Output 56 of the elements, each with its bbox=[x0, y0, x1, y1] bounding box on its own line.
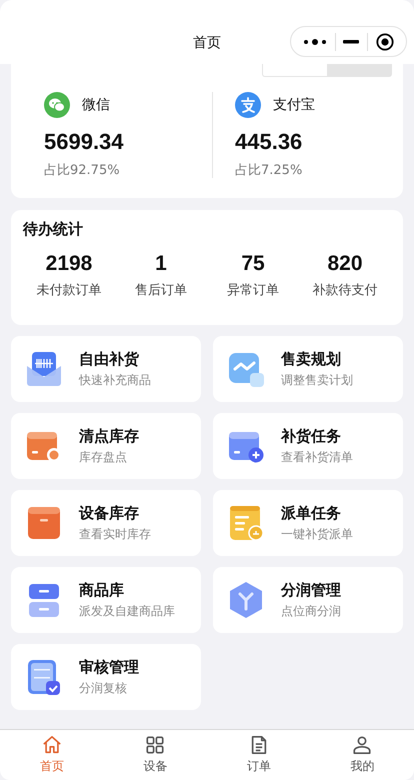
feature-subtitle: 派发及自建商品库 bbox=[79, 602, 175, 620]
feature-title: 分润管理 bbox=[281, 580, 341, 600]
feature-card[interactable]: 派单任务 一键补货派单 bbox=[213, 490, 403, 556]
feature-subtitle: 查看实时库存 bbox=[79, 526, 151, 542]
amount-value: 445.36 bbox=[235, 129, 304, 155]
feature-card[interactable]: 自由补货 快速补充商品 bbox=[11, 336, 201, 402]
minimize-icon[interactable] bbox=[343, 40, 360, 44]
feature-title: 商品库 bbox=[79, 580, 125, 600]
feature-card[interactable]: 审核管理 分润复核 bbox=[11, 644, 201, 710]
share-text: 占比7.25% bbox=[235, 162, 304, 179]
person-icon bbox=[352, 735, 372, 755]
tab-item[interactable]: 设备 bbox=[104, 730, 207, 780]
envelope-icon bbox=[24, 349, 64, 389]
tab-item[interactable]: 首页 bbox=[0, 730, 104, 780]
feature-title: 派单任务 bbox=[281, 504, 342, 522]
feature-card[interactable]: 补货任务 查看补货清单 bbox=[213, 413, 403, 479]
close-icon[interactable] bbox=[376, 32, 394, 50]
feature-card[interactable]: 清点库存 库存盘点 bbox=[11, 413, 201, 479]
share-text: 占比92.75% bbox=[44, 162, 121, 179]
grid-icon bbox=[145, 735, 166, 755]
feature-subtitle: 快速补充商品 bbox=[79, 372, 151, 388]
stat-label: 售后订单 bbox=[135, 282, 187, 299]
feature-subtitle: 调整售卖计划 bbox=[281, 372, 353, 388]
feature-card[interactable]: 分润管理 点位商分润 bbox=[213, 567, 403, 633]
stat-value: 2198 bbox=[46, 251, 92, 277]
channel-name: 支付宝 bbox=[273, 96, 315, 114]
feature-subtitle: 一键补货派单 bbox=[281, 526, 353, 542]
feature-title: 自由补货 bbox=[79, 350, 140, 368]
stat-label: 未付款订单 bbox=[36, 282, 102, 299]
feature-title: 审核管理 bbox=[79, 658, 139, 676]
stat-label: 异常订单 bbox=[227, 282, 279, 299]
feature-subtitle: 分润复核 bbox=[79, 680, 128, 696]
stat-value: 820 bbox=[327, 251, 363, 277]
feature-card[interactable]: 设备库存 查看实时库存 bbox=[11, 490, 201, 556]
payment-icon bbox=[235, 92, 261, 118]
tab-item[interactable]: 我的 bbox=[310, 730, 414, 780]
feature-title: 清点库存 bbox=[79, 426, 139, 446]
feature-card[interactable]: 售卖规划 调整售卖计划 bbox=[213, 336, 403, 402]
stat-value: 1 bbox=[155, 251, 167, 277]
tab-item[interactable]: 订单 bbox=[207, 730, 310, 780]
home-icon bbox=[42, 735, 62, 755]
feature-subtitle: 查看补货清单 bbox=[281, 448, 353, 466]
feature-subtitle: 库存盘点 bbox=[79, 448, 128, 466]
section-title: 待办统计 bbox=[23, 220, 84, 239]
amount-value: 5699.34 bbox=[44, 129, 125, 155]
feature-title: 补货任务 bbox=[281, 426, 342, 446]
stat-label: 补款待支付 bbox=[312, 282, 378, 299]
feature-card[interactable]: 商品库 派发及自建商品库 bbox=[11, 567, 201, 633]
feature-title: 设备库存 bbox=[79, 504, 140, 522]
stat-value: 75 bbox=[241, 251, 265, 277]
chat-bubbles-icon bbox=[44, 92, 70, 118]
feature-title: 售卖规划 bbox=[281, 350, 342, 368]
feature-subtitle: 点位商分润 bbox=[281, 602, 341, 620]
page-title: 首页 bbox=[193, 34, 221, 52]
more-icon[interactable] bbox=[302, 36, 327, 46]
channel-name: 微信 bbox=[82, 96, 110, 114]
